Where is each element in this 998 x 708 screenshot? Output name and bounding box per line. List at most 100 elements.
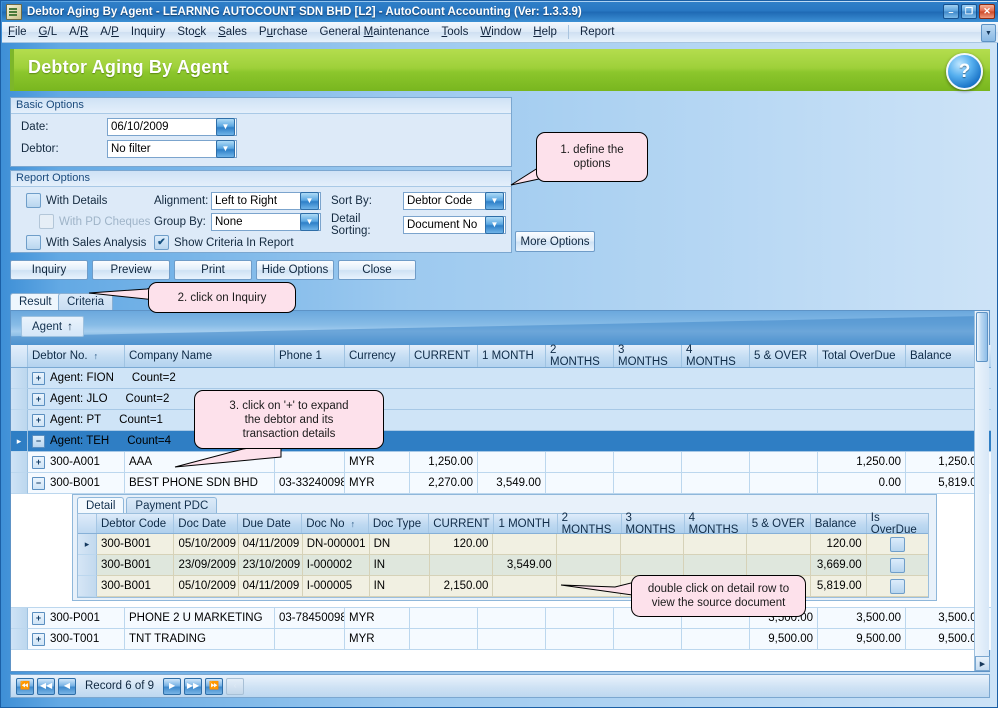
collapse-minus-icon[interactable]: −: [32, 477, 45, 490]
close-button-action[interactable]: Close: [338, 260, 416, 280]
dcol-5-and-over[interactable]: 5 & OVER: [748, 514, 811, 533]
dcol-is-overdue[interactable]: Is OverDue: [867, 514, 928, 533]
menu-item-general-maintenance[interactable]: General Maintenance: [314, 24, 436, 40]
preview-button[interactable]: Preview: [92, 260, 170, 280]
menu-item-window[interactable]: Window: [474, 24, 527, 40]
is-overdue-checkbox[interactable]: [890, 537, 905, 552]
detail-sorting-combo[interactable]: Document No ▼: [403, 216, 506, 234]
group-chip-agent[interactable]: Agent ↑: [21, 316, 84, 337]
debtor-combo[interactable]: No filter ▼: [107, 140, 237, 158]
cell-currency: MYR: [345, 629, 410, 650]
scrollbar-thumb[interactable]: [976, 312, 988, 362]
group-row[interactable]: + Agent: JLO Count=2: [11, 389, 991, 410]
table-row[interactable]: + 300-A001 AAA MYR 1,250.00 1,250.00 1,2…: [11, 452, 991, 473]
with-details-checkbox[interactable]: With Details: [26, 193, 107, 208]
menu-item-ar[interactable]: A/R: [63, 24, 94, 40]
dcol-debtor-code[interactable]: Debtor Code: [97, 514, 174, 533]
chevron-down-icon[interactable]: ▼: [216, 118, 235, 136]
dcol-doc-date[interactable]: Doc Date: [174, 514, 238, 533]
detail-row[interactable]: ▸ 300-B001 05/10/2009 04/11/2009 DN-0000…: [78, 534, 928, 555]
menu-item-tools[interactable]: Tools: [436, 24, 475, 40]
inquiry-button[interactable]: Inquiry: [10, 260, 88, 280]
dcol-doc-type[interactable]: Doc Type: [369, 514, 429, 533]
alignment-combo[interactable]: Left to Right ▼: [211, 192, 321, 210]
maximize-button[interactable]: ❐: [961, 4, 977, 19]
col-debtor-no[interactable]: Debtor No. ↑: [28, 345, 125, 367]
sort-by-combo[interactable]: Debtor Code ▼: [403, 192, 506, 210]
col-5-and-over[interactable]: 5 & OVER: [750, 345, 818, 367]
last-record-button[interactable]: ⏩: [205, 678, 223, 695]
menu-item-help[interactable]: Help: [527, 24, 563, 40]
menu-item-gl[interactable]: G/L: [33, 24, 64, 40]
menu-item-report[interactable]: Report: [574, 24, 621, 40]
dcol-3-months[interactable]: 3 MONTHS: [622, 514, 685, 533]
tab-result[interactable]: Result: [10, 293, 61, 310]
menu-item-inquiry[interactable]: Inquiry: [125, 24, 172, 40]
group-row-selected[interactable]: ▸ − Agent: TEH Count=4: [11, 431, 991, 452]
dcol-4-months[interactable]: 4 MONTHS: [685, 514, 748, 533]
dcol-1-month[interactable]: 1 MONTH: [494, 514, 557, 533]
expand-plus-icon[interactable]: +: [32, 456, 45, 469]
help-icon[interactable]: ?: [946, 53, 983, 90]
tab-detail[interactable]: Detail: [77, 497, 124, 513]
dcol-current[interactable]: CURRENT: [429, 514, 494, 533]
chevron-down-icon[interactable]: ▼: [485, 192, 504, 210]
scroll-down-arrow-icon[interactable]: ▶: [975, 656, 990, 671]
result-vertical-scrollbar[interactable]: ▶: [974, 311, 989, 671]
dcol-2-months[interactable]: 2 MONTHS: [558, 514, 622, 533]
first-record-button[interactable]: ⏪: [16, 678, 34, 695]
print-button[interactable]: Print: [174, 260, 252, 280]
expand-plus-icon[interactable]: +: [32, 414, 45, 427]
expand-plus-icon[interactable]: +: [32, 393, 45, 406]
close-button[interactable]: ✕: [979, 4, 995, 19]
expand-plus-icon[interactable]: +: [32, 372, 45, 385]
is-overdue-checkbox[interactable]: [890, 579, 905, 594]
more-options-button[interactable]: More Options: [515, 231, 595, 252]
col-2-months[interactable]: 2 MONTHS: [546, 345, 614, 367]
col-1-month[interactable]: 1 MONTH: [478, 345, 546, 367]
group-row[interactable]: + Agent: PT Count=1: [11, 410, 991, 431]
expand-plus-icon[interactable]: +: [32, 633, 45, 646]
menu-item-file[interactable]: File: [2, 24, 33, 40]
expand-plus-icon[interactable]: +: [32, 612, 45, 625]
table-row[interactable]: + 300-T001 TNT TRADING MYR 9,500.00 9,50…: [11, 629, 991, 650]
col-current[interactable]: CURRENT: [410, 345, 478, 367]
menu-item-sales[interactable]: Sales: [212, 24, 253, 40]
previous-page-button[interactable]: ◀◀: [37, 678, 55, 695]
menu-item-purchase[interactable]: Purchase: [253, 24, 314, 40]
group-row[interactable]: + Agent: FION Count=2: [11, 368, 991, 389]
chevron-down-icon[interactable]: ▼: [485, 216, 504, 234]
menu-item-ap[interactable]: A/P: [94, 24, 125, 40]
col-company-name[interactable]: Company Name: [125, 345, 275, 367]
col-label: Doc No: [306, 518, 344, 530]
next-record-button[interactable]: ▶: [163, 678, 181, 695]
next-page-button[interactable]: ▶▶: [184, 678, 202, 695]
menu-scroll-down-icon[interactable]: ▼: [981, 24, 996, 42]
dcol-balance[interactable]: Balance: [811, 514, 867, 533]
minimize-button[interactable]: –: [943, 4, 959, 19]
group-by-combo[interactable]: None ▼: [211, 213, 321, 231]
dcol-due-date[interactable]: Due Date: [238, 514, 302, 533]
col-3-months[interactable]: 3 MONTHS: [614, 345, 682, 367]
collapse-minus-icon[interactable]: −: [32, 435, 45, 448]
dcol-doc-no[interactable]: Doc No ↑: [302, 514, 369, 533]
tab-payment-pdc[interactable]: Payment PDC: [126, 497, 217, 513]
menu-item-stock[interactable]: Stock: [171, 24, 212, 40]
date-combo[interactable]: 06/10/2009 ▼: [107, 118, 237, 136]
show-criteria-checkbox[interactable]: ✔ Show Criteria In Report: [154, 235, 294, 250]
col-phone-1[interactable]: Phone 1: [275, 345, 345, 367]
table-row[interactable]: − 300-B001 BEST PHONE SDN BHD 03-3324009…: [11, 473, 991, 494]
chevron-down-icon[interactable]: ▼: [300, 213, 319, 231]
group-by-box[interactable]: Agent ↑: [11, 311, 989, 345]
previous-record-button[interactable]: ◀: [58, 678, 76, 695]
detail-row[interactable]: 300-B001 23/09/2009 23/10/2009 I-000002 …: [78, 555, 928, 576]
col-4-months[interactable]: 4 MONTHS: [682, 345, 750, 367]
chevron-down-icon[interactable]: ▼: [216, 140, 235, 158]
is-overdue-checkbox[interactable]: [890, 558, 905, 573]
col-currency[interactable]: Currency: [345, 345, 410, 367]
hide-options-button[interactable]: Hide Options: [256, 260, 334, 280]
with-sales-analysis-checkbox[interactable]: With Sales Analysis: [26, 235, 146, 250]
table-row[interactable]: + 300-P001 PHONE 2 U MARKETING 03-784500…: [11, 608, 991, 629]
col-total-overdue[interactable]: Total OverDue: [818, 345, 906, 367]
chevron-down-icon[interactable]: ▼: [300, 192, 319, 210]
